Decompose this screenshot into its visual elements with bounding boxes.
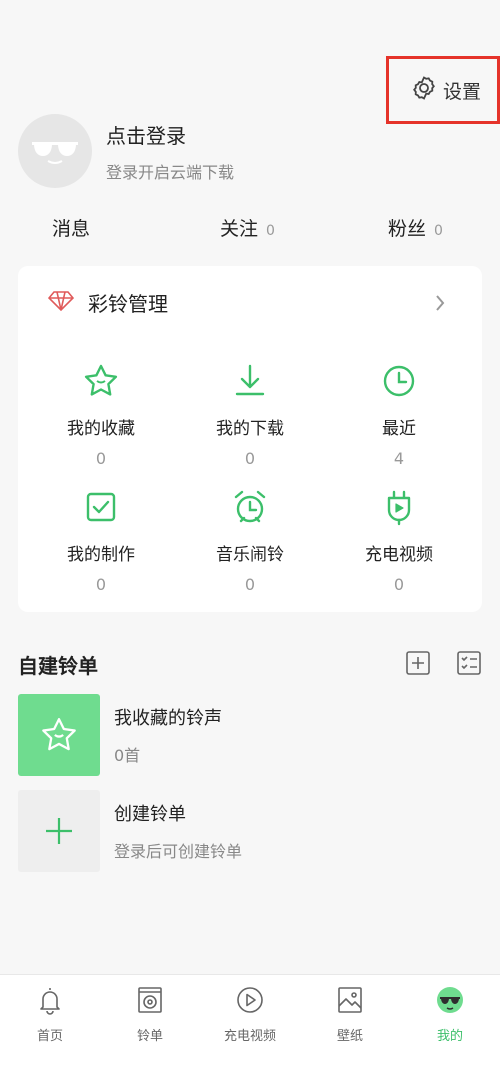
clock-icon: [380, 362, 418, 404]
plus-icon: [46, 818, 72, 844]
diamond-icon: [47, 290, 75, 316]
item-label: 最近: [382, 419, 416, 439]
stat-messages[interactable]: 消息: [52, 214, 98, 241]
star-icon: [82, 362, 120, 404]
recent-item[interactable]: 最近 4: [322, 362, 476, 468]
manage-list-icon[interactable]: [456, 650, 482, 676]
chevron-right-icon[interactable]: [434, 294, 446, 316]
tab-label: 铃单: [136, 1029, 163, 1044]
item-count: 0: [95, 575, 107, 594]
item-label: 音乐闹铃: [216, 545, 284, 565]
create-playlist-item[interactable]: 创建铃单 登录后可创建铃单: [18, 790, 242, 872]
tab-label: 首页: [36, 1029, 63, 1044]
ringtone-manage-header[interactable]: 彩铃管理: [47, 288, 168, 317]
ringtone-manage-title: 彩铃管理: [88, 292, 168, 316]
item-label: 我的下载: [216, 419, 284, 439]
stat-label: 关注: [220, 218, 259, 240]
stats-row: 消息 关注 0 粉丝 0: [0, 214, 500, 246]
login-area[interactable]: 点击登录 登录开启云端下载: [18, 114, 234, 188]
playlists-section-title: 自建铃单: [18, 654, 98, 678]
item-label: 我的制作: [67, 545, 135, 565]
playlist-name: 创建铃单: [114, 804, 186, 825]
item-count: 0: [244, 575, 256, 594]
add-icon[interactable]: [405, 650, 431, 676]
settings-label: 设置: [443, 80, 482, 103]
stat-label: 粉丝: [388, 218, 427, 240]
playlist-icon: [135, 985, 165, 1019]
playlist-count: 0首: [114, 746, 141, 765]
tab-label: 壁纸: [336, 1029, 363, 1044]
charging-video-icon: [380, 488, 418, 530]
tab-playlists[interactable]: 铃单: [100, 985, 200, 1044]
my-downloads-item[interactable]: 我的下载 0: [173, 362, 327, 468]
login-subtitle: 登录开启云端下载: [106, 162, 235, 182]
tab-label: 充电视频: [223, 1029, 276, 1044]
settings-button[interactable]: 设置: [386, 56, 500, 124]
favorite-ringtones-playlist[interactable]: 我收藏的铃声 0首: [18, 694, 222, 776]
playlist-thumb: [18, 790, 100, 872]
alarm-clock-icon: [231, 488, 269, 530]
checkbox-icon: [82, 488, 120, 530]
avatar[interactable]: [18, 114, 92, 188]
tab-label: 我的: [436, 1029, 463, 1044]
sunglasses-icon: [32, 142, 78, 164]
stat-label: 消息: [52, 218, 91, 240]
music-alarm-item[interactable]: 音乐闹铃 0: [173, 488, 327, 594]
star-icon: [42, 718, 76, 751]
stat-following[interactable]: 关注 0: [220, 214, 275, 241]
tab-home[interactable]: 首页: [0, 985, 100, 1044]
playlist-name: 我收藏的铃声: [114, 708, 222, 729]
stat-followers[interactable]: 粉丝 0: [388, 214, 443, 241]
bell-icon: [35, 985, 65, 1019]
item-count: 0: [393, 575, 405, 594]
play-icon: [235, 985, 265, 1019]
my-favorites-item[interactable]: 我的收藏 0: [24, 362, 178, 468]
gear-icon: [411, 75, 437, 105]
download-icon: [231, 362, 269, 404]
tab-mine[interactable]: 我的: [400, 985, 500, 1044]
item-count: 0: [95, 449, 107, 468]
charging-video-item[interactable]: 充电视频 0: [322, 488, 476, 594]
stat-count: 0: [266, 223, 275, 239]
login-title[interactable]: 点击登录: [106, 120, 234, 149]
item-count: 4: [393, 449, 405, 468]
item-label: 充电视频: [365, 545, 433, 565]
wallpaper-icon: [335, 985, 365, 1019]
my-creations-item[interactable]: 我的制作 0: [24, 488, 178, 594]
playlist-hint: 登录后可创建铃单: [114, 842, 243, 861]
bottom-tab-bar: 首页 铃单 充电视频 壁纸 我的: [0, 974, 500, 1083]
tab-charging-video[interactable]: 充电视频: [200, 985, 300, 1044]
profile-icon: [435, 985, 465, 1019]
item-label: 我的收藏: [67, 419, 135, 439]
stat-count: 0: [434, 223, 443, 239]
ringtone-manage-card: 彩铃管理 我的收藏 0 我的下载 0 最近 4 我的制作 0 音乐闹铃 0 充电…: [18, 266, 482, 612]
tab-wallpaper[interactable]: 壁纸: [300, 985, 400, 1044]
playlist-thumb: [18, 694, 100, 776]
item-count: 0: [244, 449, 256, 468]
